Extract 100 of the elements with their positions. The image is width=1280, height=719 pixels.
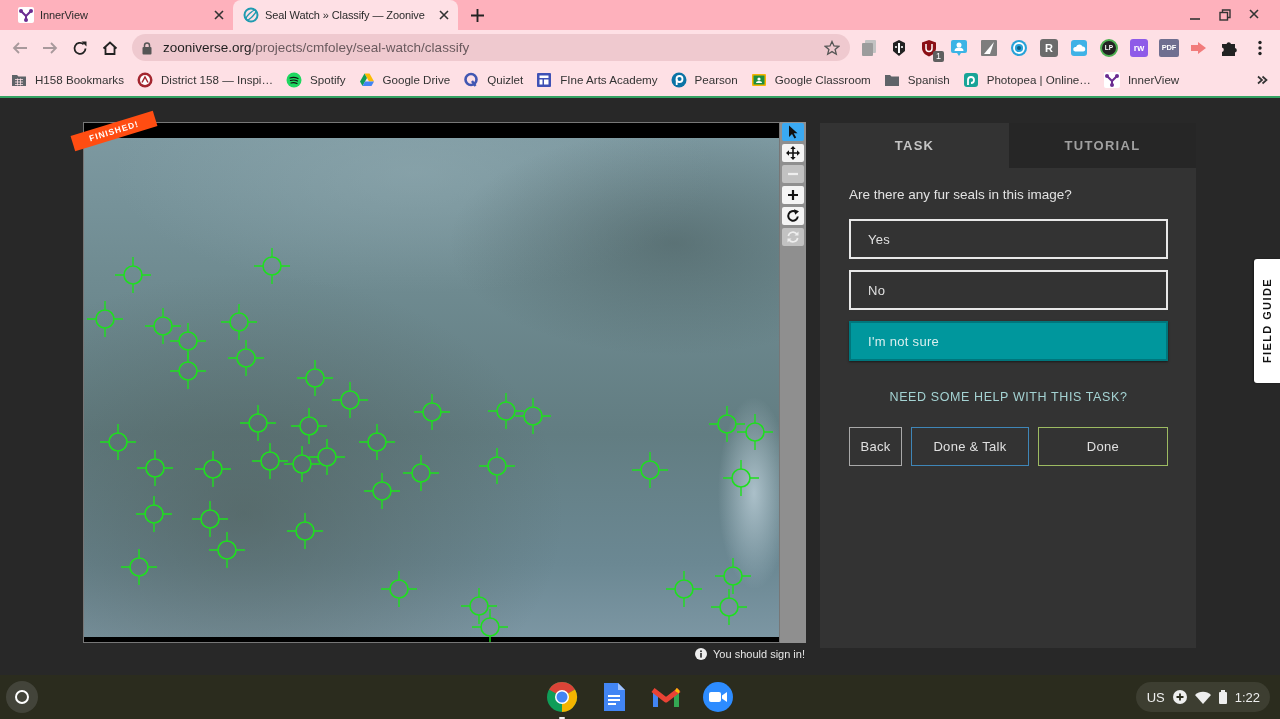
- crosshair-marker[interactable]: [665, 570, 703, 608]
- crosshair-marker[interactable]: [194, 450, 232, 488]
- bookmark-link[interactable]: Google Drive: [358, 71, 451, 88]
- crosshair-marker[interactable]: [514, 397, 552, 435]
- person-bubble-icon[interactable]: [950, 38, 968, 57]
- crosshair-marker[interactable]: [251, 442, 289, 480]
- back-button[interactable]: Back: [849, 427, 902, 466]
- answer-option[interactable]: No: [849, 270, 1168, 310]
- close-icon[interactable]: [214, 10, 224, 20]
- bookmark-link[interactable]: Quizlet: [463, 71, 524, 88]
- video-camera-icon[interactable]: [702, 681, 734, 713]
- restore-icon[interactable]: [1219, 9, 1231, 21]
- puzzle-tile-icon[interactable]: rw: [1130, 38, 1148, 57]
- bookmark-link[interactable]: Spanish: [883, 71, 950, 88]
- crosshair-marker[interactable]: [135, 495, 173, 533]
- crosshair-marker[interactable]: [144, 307, 182, 345]
- refresh-icon: [786, 230, 800, 244]
- logo-icon: [1103, 71, 1120, 88]
- browser-icon[interactable]: [546, 681, 578, 713]
- bookmark-link[interactable]: District 158 — Inspi…: [136, 71, 274, 88]
- bookmark-link[interactable]: Pearson: [670, 71, 738, 88]
- crosshair-marker[interactable]: [710, 588, 748, 626]
- star-icon[interactable]: [824, 39, 840, 56]
- panel-tab[interactable]: TUTORIAL: [1009, 123, 1196, 168]
- ring-icon: [243, 7, 259, 23]
- lock-icon: [141, 40, 153, 55]
- bookmark-link[interactable]: H158 Bookmarks: [11, 71, 124, 88]
- bookmark-link[interactable]: FIne Arts Academy: [536, 71, 658, 88]
- talk-button[interactable]: Done & Talk: [911, 427, 1029, 466]
- help-link[interactable]: NEED SOME HELP WITH THIS TASK?: [889, 390, 1128, 405]
- answer-option[interactable]: Yes: [849, 219, 1168, 259]
- triangle-tile-icon[interactable]: [980, 38, 998, 57]
- bookmark-link[interactable]: Photopea | Online…: [962, 71, 1091, 88]
- address-field[interactable]: zooniverse.org/projects/cmfoley/seal-watch/classify: [132, 34, 850, 61]
- crosshair-marker[interactable]: [714, 557, 752, 595]
- crosshair-marker[interactable]: [722, 459, 760, 497]
- close-icon[interactable]: [1249, 9, 1259, 19]
- crosshair-marker[interactable]: [286, 512, 324, 550]
- crosshair-marker[interactable]: [487, 392, 525, 430]
- crosshair-marker[interactable]: [708, 405, 746, 443]
- crosshair-marker[interactable]: [114, 256, 152, 294]
- crosshair-marker[interactable]: [380, 570, 418, 608]
- crosshair-marker[interactable]: [308, 438, 346, 476]
- crosshair-marker[interactable]: [402, 454, 440, 492]
- chevron-double-icon[interactable]: [1256, 73, 1268, 86]
- home-icon[interactable]: [102, 39, 118, 56]
- cloud-icon[interactable]: [1070, 38, 1088, 57]
- crosshair-marker[interactable]: [220, 303, 258, 341]
- select-tool-button[interactable]: [782, 123, 804, 141]
- crosshair-marker[interactable]: [227, 339, 265, 377]
- letter-tile-icon[interactable]: R: [1040, 38, 1058, 57]
- menu-icon[interactable]: [1258, 39, 1262, 56]
- copy-icon[interactable]: [860, 38, 878, 57]
- bookmark-link[interactable]: InnerView: [1103, 71, 1180, 88]
- mask-icon[interactable]: [890, 38, 908, 57]
- ring-icon: [463, 71, 480, 88]
- crosshair-marker[interactable]: [120, 548, 158, 586]
- ring-icon[interactable]: [1010, 38, 1028, 57]
- launcher-icon[interactable]: [6, 681, 38, 713]
- status-tray[interactable]: US 1:22: [1135, 682, 1270, 712]
- crosshair-marker[interactable]: [460, 587, 498, 625]
- crosshair-marker[interactable]: [296, 359, 334, 397]
- crosshair-marker[interactable]: [631, 451, 669, 489]
- crosshair-marker[interactable]: [253, 247, 291, 285]
- crosshair-marker[interactable]: [136, 449, 174, 487]
- sign-in-notice: You should sign in!: [713, 648, 805, 660]
- bookmark-link[interactable]: Spotify: [286, 71, 346, 88]
- crosshair-marker[interactable]: [413, 393, 451, 431]
- new-tab-icon[interactable]: [471, 8, 484, 22]
- bookmark-link[interactable]: Google Classroom: [750, 71, 871, 88]
- board-icon: [750, 71, 767, 88]
- waves-circle-icon: [286, 71, 303, 88]
- crosshair-marker[interactable]: [471, 608, 509, 642]
- crosshair-marker[interactable]: [358, 423, 396, 461]
- done-button[interactable]: Done: [1038, 427, 1168, 466]
- crosshair-marker[interactable]: [169, 352, 207, 390]
- crosshair-marker[interactable]: [290, 407, 328, 445]
- crosshair-marker[interactable]: [331, 381, 369, 419]
- crosshair-marker[interactable]: [99, 423, 137, 461]
- crosshair-marker[interactable]: [736, 413, 774, 451]
- crosshair-marker[interactable]: [363, 472, 401, 510]
- crosshair-marker[interactable]: [283, 445, 321, 483]
- crosshair-marker[interactable]: [208, 531, 246, 569]
- browser-tab[interactable]: InnerView: [8, 0, 233, 30]
- reload-icon[interactable]: [72, 39, 88, 56]
- pan-tool-button[interactable]: [782, 144, 804, 162]
- rotate-button[interactable]: [782, 207, 804, 225]
- crosshair-marker[interactable]: [86, 300, 124, 338]
- close-icon[interactable]: [439, 10, 449, 20]
- logo-icon: [18, 7, 34, 23]
- plus-icon: [786, 188, 800, 202]
- battery-icon: [1218, 690, 1227, 704]
- crosshair-marker[interactable]: [191, 500, 229, 538]
- browser-tab[interactable]: Seal Watch » Classify — Zoonive: [233, 0, 458, 30]
- shield-icon[interactable]: [920, 38, 938, 57]
- crosshair-marker[interactable]: [239, 404, 277, 442]
- crosshair-marker[interactable]: [478, 447, 516, 485]
- zoom-in-button[interactable]: [782, 186, 804, 204]
- cursor-icon: [786, 125, 800, 139]
- field-guide-tab[interactable]: FIELD GUIDE: [1254, 259, 1280, 383]
